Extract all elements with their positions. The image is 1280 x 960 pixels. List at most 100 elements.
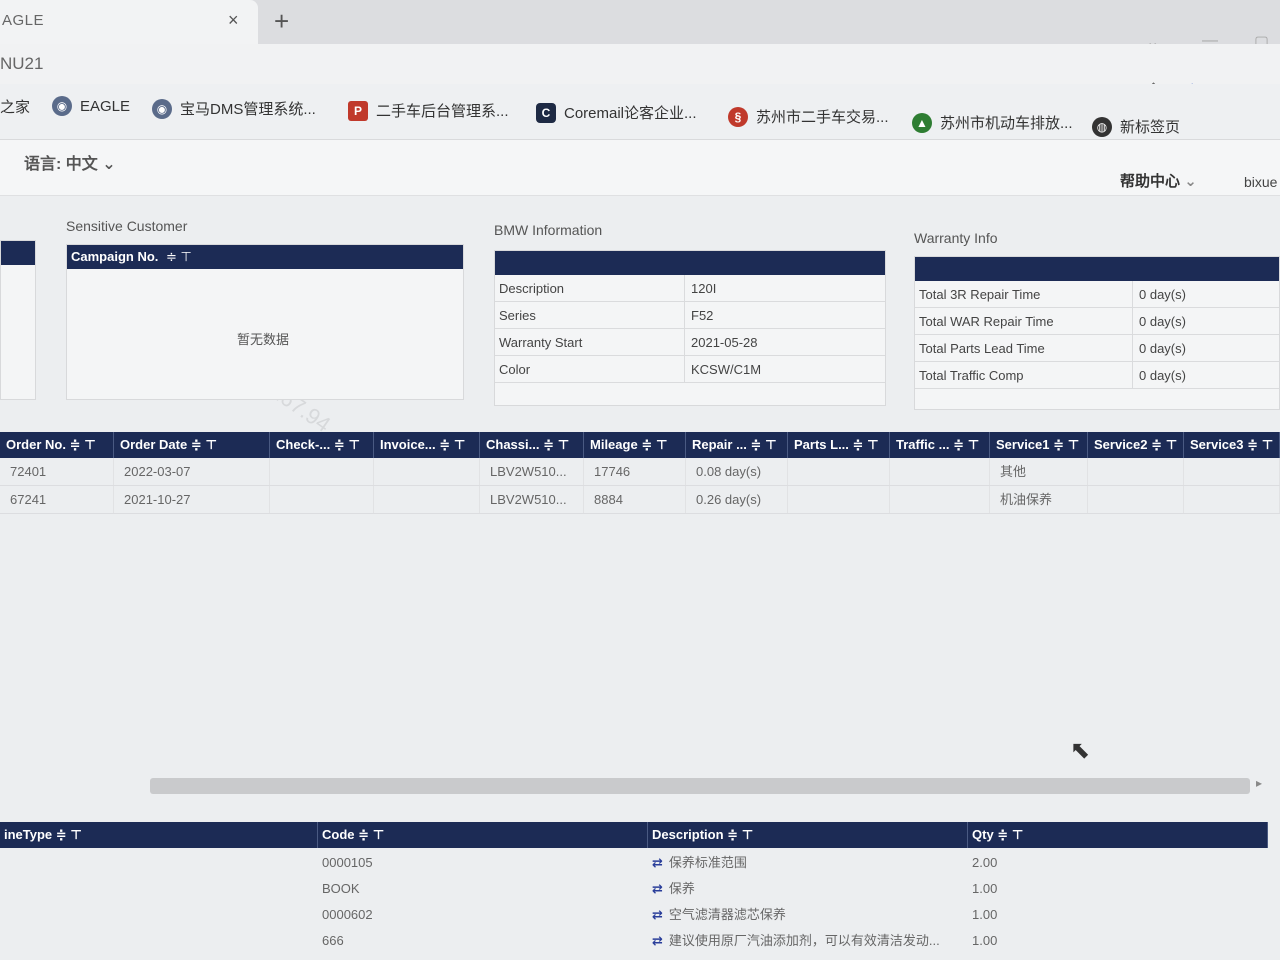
table-cell	[788, 486, 890, 513]
sort-filter-icon[interactable]: ≑ ⊤	[727, 827, 753, 842]
column-header[interactable]: Service1 ≑ ⊤	[990, 432, 1088, 458]
sort-filter-icon[interactable]: ≑ ⊤	[166, 249, 192, 264]
bookmark-item[interactable]: 之家	[0, 96, 30, 117]
bookmark-item[interactable]: ◉ EAGLE	[52, 96, 130, 116]
left-panel-header	[1, 241, 35, 265]
sort-filter-icon[interactable]: ≑ ⊤	[1247, 437, 1273, 452]
column-header[interactable]: Invoice... ≑ ⊤	[374, 432, 480, 458]
sort-filter-icon[interactable]: ≑ ⊤	[439, 437, 465, 452]
warranty-info-key: Total Parts Lead Time	[915, 335, 1133, 361]
column-header[interactable]: Qty ≑ ⊤	[968, 822, 1268, 848]
column-header[interactable]: Mileage ≑ ⊤	[584, 432, 686, 458]
table-cell	[374, 458, 480, 485]
bookmarks-bar: 之家 ◉ EAGLE ◉ 宝马DMS管理系统... P 二手车后台管理系... …	[0, 84, 1280, 140]
bmw-info-row: Series F52	[495, 302, 885, 329]
sort-filter-icon[interactable]: ≑ ⊤	[334, 437, 360, 452]
swap-icon[interactable]: ⇄	[652, 907, 663, 922]
sort-filter-icon[interactable]: ≑ ⊤	[953, 437, 979, 452]
car-icon: ▲	[912, 112, 932, 133]
language-label: 语言: 中文	[24, 156, 98, 173]
table-cell	[1088, 458, 1184, 485]
list-item[interactable]: BOOK ⇄ 保养 1.00	[0, 876, 1268, 902]
warranty-info-key: Total 3R Repair Time	[915, 281, 1133, 307]
table-cell	[270, 486, 374, 513]
warranty-info-row: Total 3R Repair Time 0 day(s)	[915, 281, 1279, 308]
sort-filter-icon[interactable]: ≑ ⊤	[853, 437, 879, 452]
column-header[interactable]: Description ≑ ⊤	[648, 822, 968, 848]
scroll-right-icon[interactable]: ▸	[1256, 776, 1262, 790]
table-cell: 17746	[584, 458, 686, 485]
language-selector[interactable]: 语言: 中文 ⌄	[24, 150, 116, 174]
campaign-no-header[interactable]: Campaign No. ≑ ⊤	[67, 245, 463, 269]
description-cell: ⇄ 保养	[648, 876, 968, 902]
table-cell: LBV2W510...	[480, 458, 584, 485]
warranty-info-row: Total Parts Lead Time 0 day(s)	[915, 335, 1279, 362]
user-name[interactable]: bixue	[1244, 174, 1277, 190]
bookmark-item[interactable]: C Coremail论客企业...	[536, 102, 697, 123]
column-header[interactable]: Service3 ≑ ⊤	[1184, 432, 1280, 458]
list-item[interactable]: 666 ⇄ 建议使用原厂汽油添加剂，可以有效清洁发动... 1.00	[0, 928, 1268, 954]
bookmark-item[interactable]: § 苏州市二手车交易...	[728, 106, 889, 127]
bmw-icon: ◉	[152, 98, 172, 119]
bmw-information-panel: Description 120I Series F52 Warranty Sta…	[494, 250, 886, 406]
qty-cell: 1.00	[972, 933, 998, 948]
sort-filter-icon[interactable]: ≑ ⊤	[1053, 437, 1079, 452]
orders-table-header: Order No. ≑ ⊤ Order Date ≑ ⊤ Check-... ≑…	[0, 432, 1280, 458]
line-type-cell	[0, 902, 318, 928]
column-header[interactable]: ineType ≑ ⊤	[0, 822, 318, 848]
bookmark-item[interactable]: P 二手车后台管理系...	[348, 100, 509, 121]
bookmark-item[interactable]: ◉ 宝马DMS管理系统...	[152, 98, 316, 119]
column-label: Service1	[996, 437, 1050, 452]
warranty-info-value: 0 day(s)	[1139, 314, 1186, 329]
description-text: 保养标准范围	[668, 855, 747, 870]
column-label: Service3	[1190, 437, 1244, 452]
bmw-info-row: Color KCSW/C1M	[495, 356, 885, 383]
swap-icon[interactable]: ⇄	[652, 933, 663, 948]
column-header[interactable]: Code ≑ ⊤	[318, 822, 648, 848]
sort-filter-icon[interactable]: ≑ ⊤	[997, 827, 1023, 842]
sort-filter-icon[interactable]: ≑ ⊤	[70, 437, 96, 452]
sort-filter-icon[interactable]: ≑ ⊤	[191, 437, 217, 452]
sort-filter-icon[interactable]: ≑ ⊤	[751, 437, 777, 452]
address-bar[interactable]: NU21	[0, 44, 1280, 84]
sort-filter-icon[interactable]: ≑ ⊤	[1151, 437, 1177, 452]
column-header[interactable]: Service2 ≑ ⊤	[1088, 432, 1184, 458]
column-label: Order Date	[120, 437, 188, 452]
table-row[interactable]: 67241 2021-10-27 LBV2W510... 8884 0.26 d…	[0, 486, 1280, 514]
bmw-info-value: F52	[691, 308, 714, 323]
column-header[interactable]: Parts L... ≑ ⊤	[788, 432, 890, 458]
bmw-info-value: 2021-05-28	[691, 335, 758, 350]
swap-icon[interactable]: ⇄	[652, 881, 663, 896]
column-header[interactable]: Order Date ≑ ⊤	[114, 432, 270, 458]
column-header[interactable]: Check-... ≑ ⊤	[270, 432, 374, 458]
campaign-no-label: Campaign No.	[71, 249, 159, 264]
swap-icon[interactable]: ⇄	[652, 855, 663, 870]
sort-filter-icon[interactable]: ≑ ⊤	[641, 437, 667, 452]
table-cell	[270, 458, 374, 485]
bookmark-item[interactable]: ◍ 新标签页	[1092, 116, 1180, 137]
bookmark-item[interactable]: ▲ 苏州市机动车排放...	[912, 112, 1073, 133]
sort-filter-icon[interactable]: ≑ ⊤	[543, 437, 569, 452]
browser-tab[interactable]: AGLE ×	[0, 0, 258, 44]
list-item[interactable]: 0000602 ⇄ 空气滤清器滤芯保养 1.00	[0, 902, 1268, 928]
column-header[interactable]: Repair ... ≑ ⊤	[686, 432, 788, 458]
sort-filter-icon[interactable]: ≑ ⊤	[358, 827, 384, 842]
line-type-cell	[0, 876, 318, 902]
code-cell: 666	[322, 933, 344, 948]
description-text: 保养	[668, 881, 695, 896]
column-header[interactable]: Chassi... ≑ ⊤	[480, 432, 584, 458]
qty-cell: 1.00	[972, 907, 998, 922]
help-center-menu[interactable]: 帮助中心 ⌄	[1120, 170, 1197, 191]
horizontal-scrollbar[interactable]	[150, 778, 1250, 794]
left-panel-fragment	[0, 240, 36, 400]
table-row[interactable]: 72401 2022-03-07 LBV2W510... 17746 0.08 …	[0, 458, 1280, 486]
description-text: 空气滤清器滤芯保养	[668, 907, 786, 922]
column-header[interactable]: Traffic ... ≑ ⊤	[890, 432, 990, 458]
bmw-info-row: Description 120I	[495, 275, 885, 302]
new-tab-button[interactable]: +	[274, 6, 289, 37]
list-item[interactable]: 0000105 ⇄ 保养标准范围 2.00	[0, 850, 1268, 876]
column-header[interactable]: Order No. ≑ ⊤	[0, 432, 114, 458]
column-label: Code	[322, 827, 355, 842]
sort-filter-icon[interactable]: ≑ ⊤	[56, 827, 82, 842]
close-tab-icon[interactable]: ×	[228, 10, 239, 31]
